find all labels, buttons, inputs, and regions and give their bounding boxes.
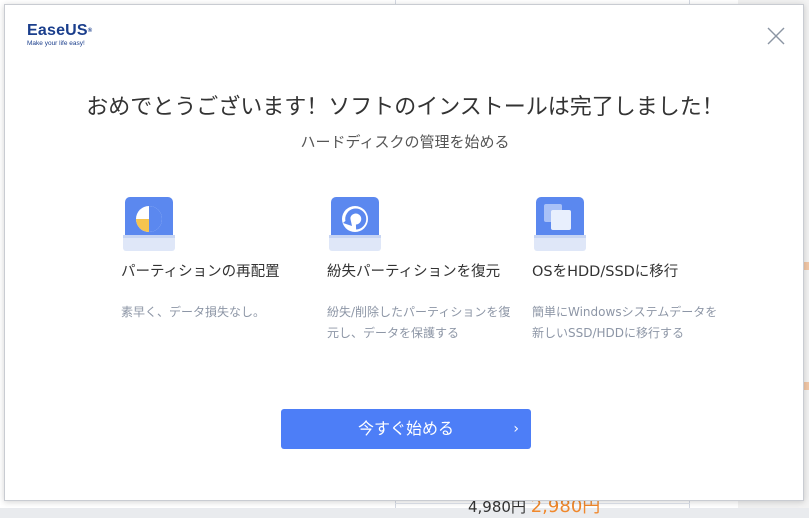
dialog-subtitle: ハードディスクの管理を始める	[300, 133, 510, 151]
logo-brand: EaseUS®	[27, 23, 92, 39]
feature-name: 紛失パーティションを復元	[327, 264, 501, 280]
logo-tagline: Make your life easy!	[27, 40, 85, 47]
partition-pie-icon	[123, 197, 175, 251]
feature-name: OSをHDD/SSDに移行	[532, 264, 679, 280]
logo-brand-text: EaseUS	[27, 22, 88, 39]
os-migrate-icon	[534, 197, 586, 251]
start-now-button[interactable]: 今すぐ始める ›	[281, 409, 531, 449]
feature-description: 簡単にWindowsシステムデータを新しいSSD/HDDに移行する	[532, 305, 718, 340]
start-now-label: 今すぐ始める	[357, 419, 454, 438]
partition-recovery-icon	[329, 197, 381, 251]
install-complete-dialog: EaseUS® Make your life easy! おめでとうございます！…	[4, 4, 804, 501]
feature-item: OSをHDD/SSDに移行 簡単にWindowsシステムデータを新しいSSD/H…	[532, 195, 732, 344]
feature-description: 紛失/削除したパーティションを復元し、データを保護する	[327, 305, 511, 340]
dialog-title: おめでとうございます！ソフトのインストールは完了しました！	[86, 95, 724, 120]
feature-item: 紛失パーティションを復元 紛失/削除したパーティションを復元し、データを保護する	[327, 195, 527, 344]
feature-name: パーティションの再配置	[121, 264, 280, 280]
logo-reg-mark: ®	[87, 28, 93, 34]
chevron-right-icon: ›	[513, 421, 519, 437]
easeus-logo: EaseUS® Make your life easy!	[27, 23, 92, 48]
feature-item: パーティションの再配置 素早く、データ損失なし。	[121, 195, 321, 323]
close-icon	[767, 27, 785, 45]
close-button[interactable]	[765, 25, 787, 47]
feature-description: 素早く、データ損失なし。	[121, 305, 266, 319]
